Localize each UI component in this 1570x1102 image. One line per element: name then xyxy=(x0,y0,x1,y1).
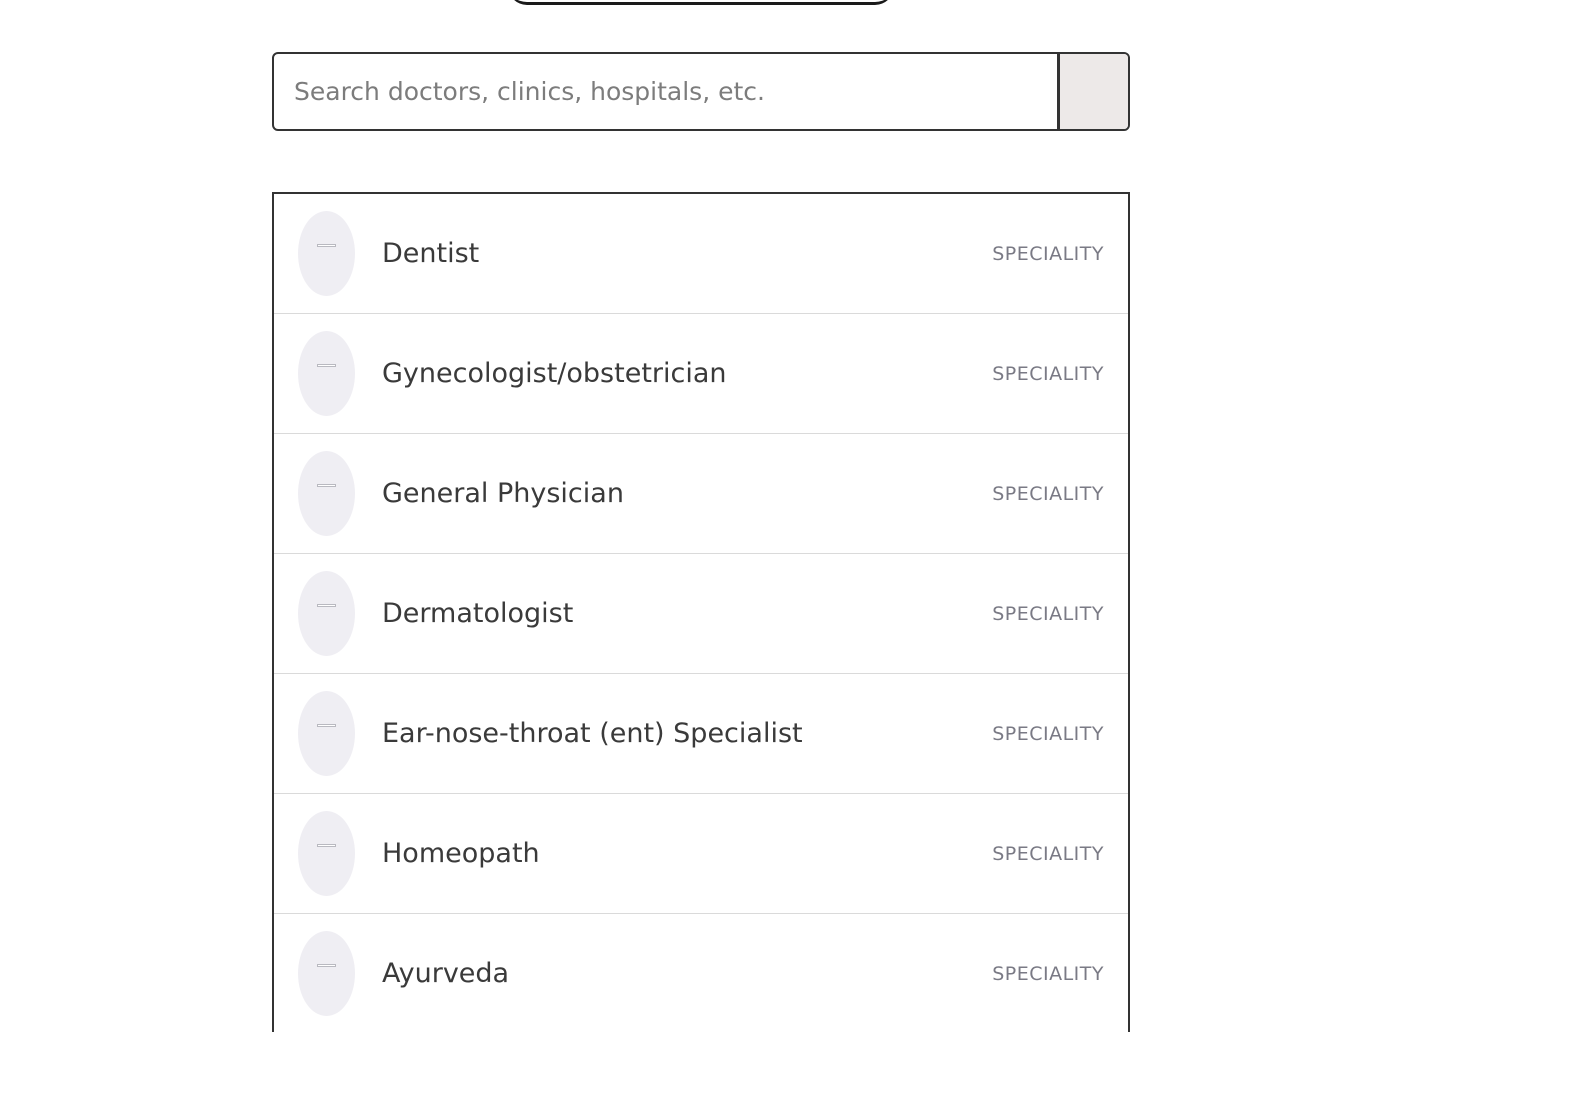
list-item-type: SPECIALITY xyxy=(992,963,1104,985)
list-item-type: SPECIALITY xyxy=(992,843,1104,865)
list-item[interactable]: General Physician SPECIALITY xyxy=(274,434,1128,554)
list-item[interactable]: Homeopath SPECIALITY xyxy=(274,794,1128,914)
list-item-label: Dermatologist xyxy=(382,598,574,629)
list-item[interactable]: Gynecologist/obstetrician SPECIALITY xyxy=(274,314,1128,434)
list-item-type: SPECIALITY xyxy=(992,243,1104,265)
list-item-label: Gynecologist/obstetrician xyxy=(382,358,727,389)
list-item[interactable]: Dentist SPECIALITY xyxy=(274,194,1128,314)
list-item[interactable]: Ayurveda SPECIALITY xyxy=(274,914,1128,1032)
list-item[interactable]: Dermatologist SPECIALITY xyxy=(274,554,1128,674)
list-item-label: Ayurveda xyxy=(382,958,510,989)
placeholder-image-icon xyxy=(298,931,355,1016)
search-button[interactable] xyxy=(1057,54,1128,129)
placeholder-image-icon xyxy=(298,571,355,656)
list-item-type: SPECIALITY xyxy=(992,723,1104,745)
list-item[interactable]: Ear-nose-throat (ent) Specialist SPECIAL… xyxy=(274,674,1128,794)
search-input[interactable] xyxy=(274,54,1057,129)
list-item-type: SPECIALITY xyxy=(992,603,1104,625)
list-item-label: Ear-nose-throat (ent) Specialist xyxy=(382,718,803,749)
list-item-type: SPECIALITY xyxy=(992,363,1104,385)
placeholder-image-icon xyxy=(298,811,355,896)
placeholder-image-icon xyxy=(298,331,355,416)
list-item-type: SPECIALITY xyxy=(992,483,1104,505)
list-item-label: Homeopath xyxy=(382,838,540,869)
placeholder-image-icon xyxy=(298,691,355,776)
search-bar xyxy=(272,52,1130,131)
placeholder-image-icon xyxy=(298,451,355,536)
top-decorative-arc xyxy=(508,0,894,5)
list-item-label: Dentist xyxy=(382,238,480,269)
placeholder-image-icon xyxy=(298,211,355,296)
list-item-label: General Physician xyxy=(382,478,624,509)
search-suggestions-list: Dentist SPECIALITY Gynecologist/obstetri… xyxy=(272,192,1130,1032)
